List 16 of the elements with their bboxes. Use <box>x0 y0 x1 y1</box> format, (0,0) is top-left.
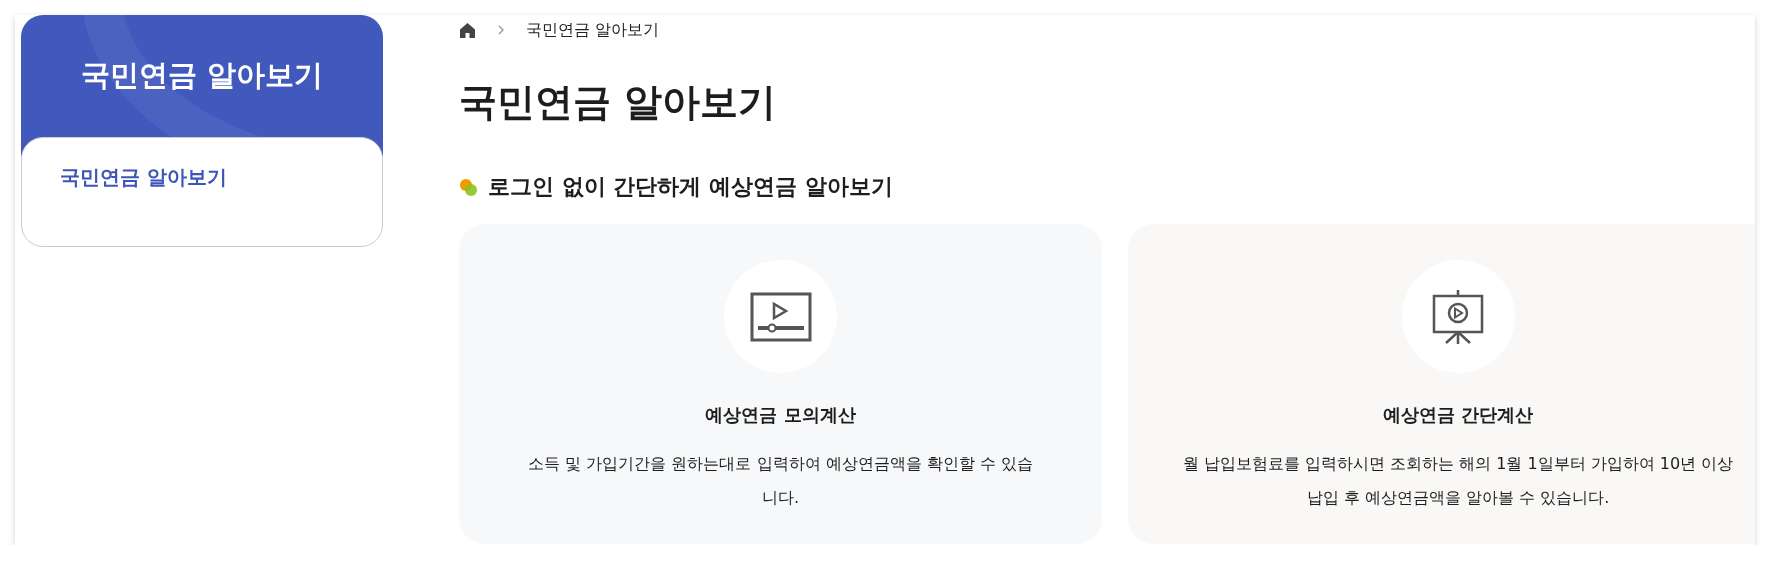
card-title: 예상연금 모의계산 <box>705 403 856 427</box>
section-heading: 로그인 없이 간단하게 예상연금 알아보기 <box>488 173 893 201</box>
breadcrumb-link[interactable]: 국민연금 알아보기 <box>526 19 660 41</box>
card-description: 소득 및 가입기간을 원하는대로 입력하여 예상연금액을 확인할 수 있습니다. <box>527 453 1034 509</box>
video-player-icon <box>749 291 812 342</box>
dots-icon <box>459 177 478 197</box>
card-description: 월 납입보험료를 입력하시면 조회하는 해의 1월 1일부터 가입하여 10년 이상 납입 후 예상연금액을 알아볼 수 있습니다. <box>1181 453 1735 509</box>
sidebar-item[interactable]: 국민연금 알아보기 <box>60 165 227 189</box>
sidebar-title: 국민연금 알아보기 <box>80 57 324 94</box>
page-title: 국민연금 알아보기 <box>459 79 778 126</box>
chevron-right-icon <box>498 25 504 35</box>
card-title: 예상연금 간단계산 <box>1382 403 1534 427</box>
calculator-card[interactable]: 예상연금 모의계산 소득 및 가입기간을 원하는대로 입력하여 예상연금액을 확인할 수 있습니다. <box>459 224 1102 544</box>
calculator-card[interactable]: 예상연금 간단계산 월 납입보험료를 입력하시면 조회하는 해의 1월 1일부터 가입하여 10년 이상 납입 후 예상연금액을 알아볼 수 있습니다. <box>1128 224 1755 544</box>
home-icon[interactable] <box>459 21 476 39</box>
presentation-board-icon <box>1432 288 1484 345</box>
